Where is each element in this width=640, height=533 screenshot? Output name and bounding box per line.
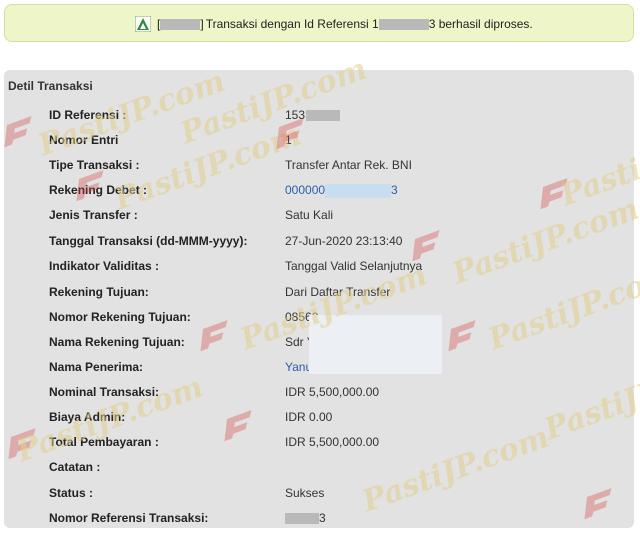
row-label: Tanggal Transaksi (dd-MMM-yyyy):: [49, 234, 248, 248]
row-tanggal-transaksi: Tanggal Transaksi (dd-MMM-yyyy): 27-Jun-…: [4, 234, 634, 252]
row-value: 27-Jun-2020 23:13:40: [285, 234, 403, 248]
row-value: Transfer Antar Rek. BNI: [285, 158, 412, 172]
row-label: Nama Rekening Tujuan:: [49, 335, 185, 349]
row-label: Nama Penerima:: [49, 360, 144, 374]
redaction-blur: [309, 315, 442, 374]
row-label: ID Referensi :: [49, 108, 127, 122]
row-jenis-transfer: Jenis Transfer : Satu Kali: [4, 208, 634, 226]
row-value: 153: [285, 108, 341, 122]
success-banner: [ ] Transaksi dengan Id Referensi 1 3 be…: [4, 4, 634, 42]
redacted-account: [160, 18, 201, 30]
row-nominal-transaksi: Nominal Transaksi: IDR 5,500,000.00: [4, 385, 634, 403]
row-value: IDR 5,500,000.00: [285, 385, 380, 399]
redacted-value: [285, 513, 319, 525]
row-biaya-admin: Biaya Admin: IDR 0.00: [4, 410, 634, 428]
row-rekening-debet: Rekening Debet : 000000 3: [4, 183, 634, 201]
row-id-referensi: ID Referensi : 153: [4, 108, 634, 126]
row-label: Indikator Validitas :: [49, 259, 160, 273]
redacted-value: [325, 183, 392, 198]
row-nomor-referensi-transaksi: Nomor Referensi Transaksi: 3: [4, 511, 634, 529]
redacted-ref-id: [378, 18, 429, 30]
row-rekening-tujuan: Rekening Tujuan: Dari Daftar Transfer: [4, 285, 634, 303]
row-value: Tanggal Valid Selanjutnya: [285, 259, 423, 273]
row-value: IDR 5,500,000.00: [285, 435, 380, 449]
row-catatan: Catatan :: [4, 460, 634, 478]
row-value: 3: [285, 511, 326, 525]
row-tipe-transaksi: Tipe Transaksi : Transfer Antar Rek. BNI: [4, 158, 634, 176]
debit-account-link[interactable]: 000000 3: [285, 183, 398, 198]
row-label: Nomor Entri: [49, 133, 119, 147]
row-indikator-validitas: Indikator Validitas : Tanggal Valid Sela…: [4, 259, 634, 277]
banner-bracket-close: ]: [200, 17, 204, 31]
banner-text-2: 3 berhasil diproses.: [428, 17, 533, 31]
row-value: Dari Daftar Transfer: [285, 285, 391, 299]
row-value: Satu Kali: [285, 208, 334, 222]
row-nomor-entri: Nomor Entri 1: [4, 133, 634, 151]
success-triangle-icon: [135, 16, 151, 32]
row-label: Tipe Transaksi :: [49, 158, 140, 172]
success-message: [ ] Transaksi dengan Id Referensi 1 3 be…: [135, 16, 533, 32]
row-label: Nomor Referensi Transaksi:: [49, 511, 209, 525]
row-label: Catatan :: [49, 460, 101, 474]
row-label: Nominal Transaksi:: [49, 385, 160, 399]
row-label: Total Pembayaran :: [49, 435, 159, 449]
banner-text-1: Transaksi dengan Id Referensi 1: [205, 17, 379, 31]
row-total-pembayaran: Total Pembayaran : IDR 5,500,000.00: [4, 435, 634, 453]
redacted-value: [306, 110, 341, 122]
row-label: Nomor Rekening Tujuan:: [49, 310, 191, 324]
row-value: Sukses: [285, 486, 325, 500]
row-status: Status : Sukses: [4, 486, 634, 504]
row-label: Jenis Transfer :: [49, 208, 138, 222]
transaction-detail-panel: Detil Transaksi ID Referensi : 153 Nomor…: [4, 70, 634, 528]
row-label: Rekening Debet :: [49, 183, 148, 197]
row-label: Rekening Tujuan:: [49, 285, 149, 299]
row-value: IDR 0.00: [285, 410, 333, 424]
row-label: Status :: [49, 486, 94, 500]
panel-title: Detil Transaksi: [8, 79, 93, 93]
row-value: 1: [285, 133, 292, 147]
row-label: Biaya Admin:: [49, 410, 126, 424]
